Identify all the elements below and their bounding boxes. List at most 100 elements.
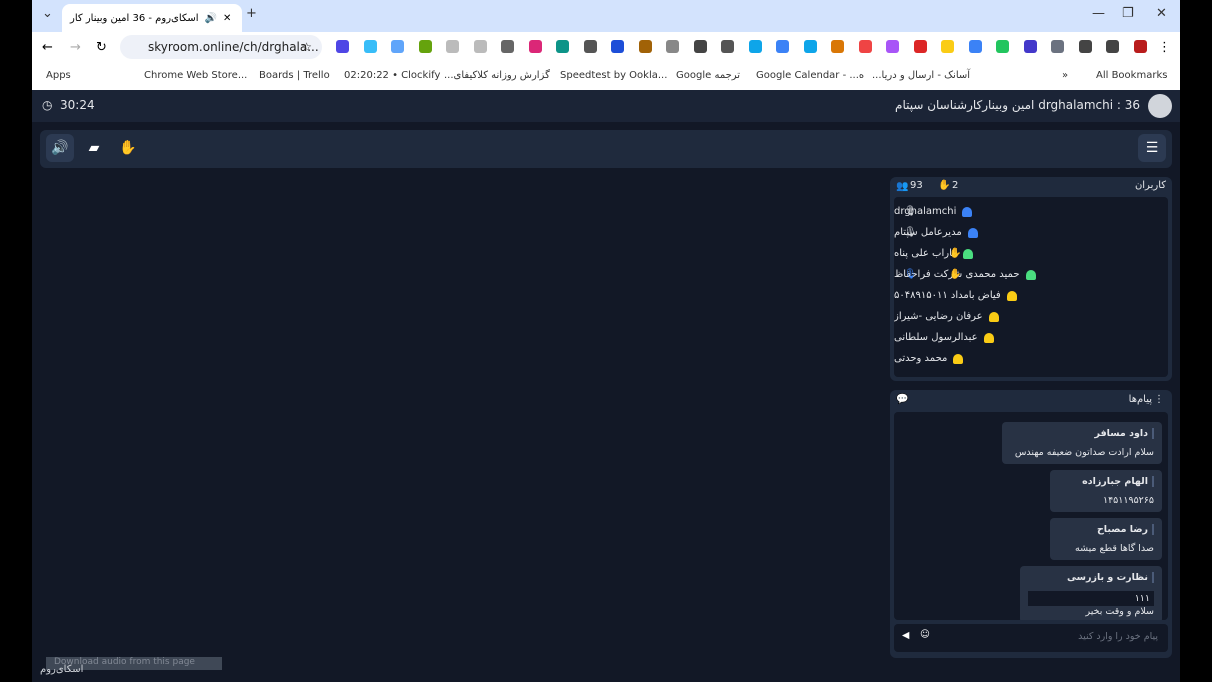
bookmark-translate[interactable]: Google ترجمه [676, 70, 740, 81]
user-name: محمد وحدتی [894, 353, 948, 364]
bookmark-speedtest[interactable]: Speedtest by Ookla... [560, 70, 667, 81]
extension-icon[interactable] [528, 40, 542, 53]
user-item[interactable]: محمد وحدتی [894, 348, 1168, 369]
files-button[interactable]: ▰ [80, 134, 108, 162]
hands-count: 2 [952, 180, 959, 191]
extension-icon[interactable] [556, 40, 569, 53]
chat-icon: 💬 [896, 394, 909, 405]
extension-icon[interactable] [473, 40, 487, 53]
extension-icon[interactable] [858, 40, 872, 53]
message-quote: ۱۱۱ [1028, 591, 1154, 606]
user-item[interactable]: عرفان رضایی -شیراز [894, 306, 1168, 327]
microphone-icon[interactable]: 🎙 [904, 227, 917, 238]
tab-search-icon[interactable]: ⌄ [42, 6, 53, 21]
send-icon[interactable]: ◀ [902, 630, 909, 641]
message-input[interactable]: پیام خود را وارد کنید [1078, 631, 1158, 642]
new-tab-button[interactable]: + [246, 6, 257, 21]
extension-icon[interactable] [748, 40, 762, 53]
url-text: skyroom.online/ch/drghala... [148, 40, 319, 54]
users-count: 93 [910, 180, 923, 191]
bookmark-report[interactable]: گزارش روزانه کلاکیفای... [444, 70, 550, 81]
maximize-button[interactable]: ❐ [1122, 6, 1134, 21]
messages-list[interactable]: داود مسافر سلام ارادت صداتون ضعیفه مهندس ا… [894, 412, 1168, 620]
extension-icon[interactable] [446, 40, 459, 53]
minimize-button[interactable]: — [1092, 6, 1105, 21]
extension-icon[interactable] [363, 40, 377, 53]
url-field[interactable]: skyroom.online/ch/drghala... ☆ [120, 35, 322, 59]
user-name: عرفان رضایی -شیراز [894, 311, 983, 322]
tab-active[interactable]: ✕ 🔊 اسکای‌روم - 36 امین وبینار کار [62, 4, 242, 32]
user-icon [953, 353, 964, 364]
all-bookmarks[interactable]: All Bookmarks [1096, 70, 1167, 81]
user-item[interactable]: عبدالرسول سلطانی [894, 327, 1168, 348]
users-title: کاربران [1134, 180, 1166, 191]
star-icon[interactable]: ☆ [301, 40, 312, 54]
extension-icon[interactable] [913, 40, 927, 53]
bookmark-apps[interactable]: Apps [46, 70, 71, 81]
emoji-icon[interactable]: ☺ [920, 629, 930, 640]
user-name: عبدالرسول سلطانی [894, 332, 978, 343]
more-bookmarks-icon[interactable]: » [1062, 70, 1068, 81]
extension-icon[interactable] [776, 40, 789, 53]
extension-icon[interactable] [968, 40, 982, 53]
extension-icon[interactable] [418, 40, 432, 53]
bookmark-asanak[interactable]: آسانک - ارسال و دریا... [872, 70, 970, 81]
extension-icon[interactable] [831, 40, 844, 53]
forward-icon[interactable]: → [70, 40, 81, 55]
user-item[interactable]: فیاض بامداد ۵۰۴۸۹۱۵۰۱۱ [894, 285, 1168, 306]
extension-icon[interactable] [941, 40, 954, 53]
microphone-icon[interactable]: 🎙 [904, 206, 917, 217]
extension-icon[interactable] [1133, 40, 1147, 53]
extension-icon[interactable] [693, 40, 707, 53]
extension-icon[interactable] [1023, 40, 1037, 53]
messages-menu-icon[interactable]: ⋮ [1154, 394, 1164, 405]
extension-icon[interactable] [501, 40, 514, 53]
browser-window: ⌄ ✕ 🔊 اسکای‌روم - 36 امین وبینار کار + — ❐… [32, 0, 1180, 682]
message-item: رضا مصباح صدا گاها قطع میشه [1050, 518, 1162, 560]
message-sender: رضا مصباح [1058, 524, 1154, 535]
extension-icon[interactable] [886, 40, 899, 53]
bookmark-trello[interactable]: Boards | Trello [259, 70, 330, 81]
users-panel: 👥 93 ✋ 2 کاربران drghalamchi 🎙 مدیرعامل سپ… [890, 177, 1172, 381]
message-sender: نظارت و بازرسی [1028, 572, 1154, 583]
close-button[interactable]: ✕ [1156, 6, 1167, 21]
back-icon[interactable]: ← [42, 40, 53, 55]
extension-icon[interactable] [666, 40, 679, 53]
user-item[interactable]: مدیرعامل سپتام 🎙 [894, 222, 1168, 243]
speaker-button[interactable]: 🔊 [46, 134, 74, 162]
skyroom-logo: اسکای‌روم [40, 664, 84, 675]
bookmark-clockify[interactable]: 02:20:22 • Clockify [344, 70, 440, 81]
bookmark-calendar[interactable]: Google Calendar - ...ه [756, 70, 864, 81]
user-name: فیاض بامداد ۵۰۴۸۹۱۵۰۱۱ [894, 290, 1001, 301]
audio-icon: 🔊 [204, 12, 218, 24]
extension-icon[interactable] [1051, 40, 1064, 53]
raise-hand-button[interactable]: ✋ [114, 134, 142, 162]
extension-icon[interactable] [583, 40, 597, 53]
message-item: داود مسافر سلام ارادت صداتون ضعیفه مهندس [1002, 422, 1162, 464]
close-tab-icon[interactable]: ✕ [223, 13, 231, 24]
microphone-icon[interactable]: 🎙 [904, 269, 917, 280]
raised-hand-icon: ✋ [949, 248, 962, 259]
extension-icon[interactable] [638, 40, 652, 53]
extension-icon[interactable] [721, 40, 734, 53]
reload-icon[interactable]: ↻ [96, 40, 107, 55]
extension-icon[interactable] [336, 40, 349, 53]
avatar[interactable] [1148, 94, 1172, 118]
message-sender: الهام جبارزاده [1058, 476, 1154, 487]
extension-icon[interactable] [996, 40, 1009, 53]
menu-icon[interactable]: ⋮ [1158, 40, 1171, 55]
user-item[interactable]: فاراب علی پناه ✋ [894, 243, 1168, 264]
users-list[interactable]: drghalamchi 🎙 مدیرعامل سپتام 🎙 فاراب علی پنا… [894, 197, 1168, 377]
room-header: ◷ 30:24 drghalamchi : 36 امین وبینارکارش… [32, 90, 1180, 122]
hands-icon: ✋ [938, 180, 951, 191]
user-icon [962, 248, 973, 259]
bookmark-chrome-web-store[interactable]: Chrome Web Store... [144, 70, 247, 81]
extension-icon[interactable] [1078, 40, 1092, 53]
user-item[interactable]: drghalamchi 🎙 [894, 201, 1168, 222]
user-item[interactable]: حمید محمدی شرکت فراحفاظ ✋ 🎙 [894, 264, 1168, 285]
extension-icon[interactable] [611, 40, 624, 53]
extension-icon[interactable] [1106, 40, 1119, 53]
extension-icon[interactable] [391, 40, 404, 53]
main-menu-button[interactable]: ☰ [1138, 134, 1166, 162]
extension-icon[interactable] [803, 40, 817, 53]
